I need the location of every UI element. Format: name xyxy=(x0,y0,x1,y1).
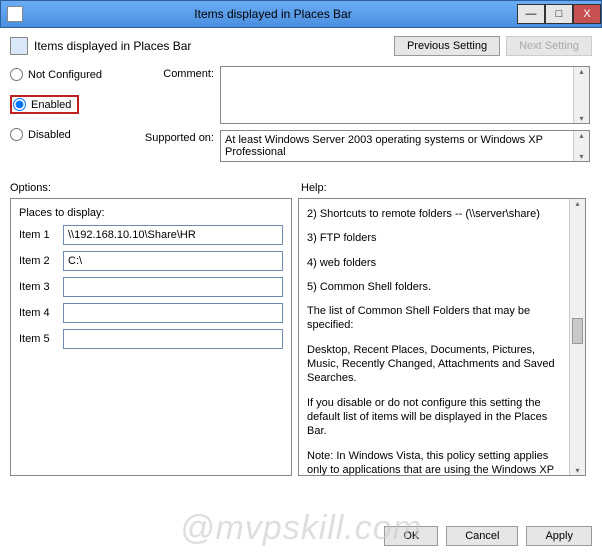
comment-label: Comment: xyxy=(130,66,220,80)
help-panel: 2) Shortcuts to remote folders -- (\\ser… xyxy=(298,198,586,476)
cancel-button[interactable]: Cancel xyxy=(446,526,518,546)
supported-label: Supported on: xyxy=(130,130,220,144)
item-label: Item 1 xyxy=(19,229,63,241)
radio-enabled-input[interactable] xyxy=(13,98,26,111)
item-row-5: Item 5 xyxy=(19,329,283,349)
policy-title: Items displayed in Places Bar xyxy=(34,39,388,53)
item-input-1[interactable] xyxy=(63,225,283,245)
radio-enabled[interactable]: Enabled xyxy=(10,95,79,114)
radio-not-configured[interactable]: Not Configured xyxy=(10,66,120,83)
item-label: Item 2 xyxy=(19,255,63,267)
radio-not-configured-label: Not Configured xyxy=(28,69,102,81)
help-text: 2) Shortcuts to remote folders -- (\\ser… xyxy=(307,207,565,476)
item-input-2[interactable] xyxy=(63,251,283,271)
item-input-5[interactable] xyxy=(63,329,283,349)
item-label: Item 3 xyxy=(19,281,63,293)
window-title: Items displayed in Places Bar xyxy=(29,7,517,21)
radio-disabled[interactable]: Disabled xyxy=(10,126,120,143)
supported-scrollbar[interactable]: ▴▾ xyxy=(573,131,589,161)
apply-button[interactable]: Apply xyxy=(526,526,592,546)
comment-scrollbar[interactable]: ▴▾ xyxy=(573,67,589,123)
radio-not-configured-input[interactable] xyxy=(10,68,23,81)
ok-button[interactable]: OK xyxy=(384,526,438,546)
places-heading: Places to display: xyxy=(19,207,283,219)
help-label: Help: xyxy=(301,182,592,194)
policy-icon xyxy=(10,37,28,55)
item-row-3: Item 3 xyxy=(19,277,283,297)
radio-enabled-label: Enabled xyxy=(31,99,71,111)
options-panel: Places to display: Item 1 Item 2 Item 3 … xyxy=(10,198,292,476)
radio-disabled-label: Disabled xyxy=(28,129,71,141)
comment-textarea[interactable]: ▴▾ xyxy=(220,66,590,124)
item-label: Item 5 xyxy=(19,333,63,345)
next-setting-button: Next Setting xyxy=(506,36,592,56)
item-row-4: Item 4 xyxy=(19,303,283,323)
app-icon xyxy=(7,6,23,22)
maximize-button[interactable]: □ xyxy=(545,4,573,24)
item-row-1: Item 1 xyxy=(19,225,283,245)
options-label: Options: xyxy=(10,182,301,194)
supported-text: At least Windows Server 2003 operating s… xyxy=(225,134,543,158)
item-label: Item 4 xyxy=(19,307,63,319)
item-row-2: Item 2 xyxy=(19,251,283,271)
help-scrollbar[interactable]: ▴ ▾ xyxy=(569,199,585,475)
titlebar: Items displayed in Places Bar — □ X xyxy=(0,0,602,28)
supported-box: At least Windows Server 2003 operating s… xyxy=(220,130,590,162)
radio-disabled-input[interactable] xyxy=(10,128,23,141)
item-input-4[interactable] xyxy=(63,303,283,323)
scroll-down-icon[interactable]: ▾ xyxy=(570,466,585,475)
close-button[interactable]: X xyxy=(573,4,601,24)
item-input-3[interactable] xyxy=(63,277,283,297)
minimize-button[interactable]: — xyxy=(517,4,545,24)
scrollbar-thumb[interactable] xyxy=(572,318,583,344)
scroll-up-icon[interactable]: ▴ xyxy=(570,199,585,208)
previous-setting-button[interactable]: Previous Setting xyxy=(394,36,500,56)
